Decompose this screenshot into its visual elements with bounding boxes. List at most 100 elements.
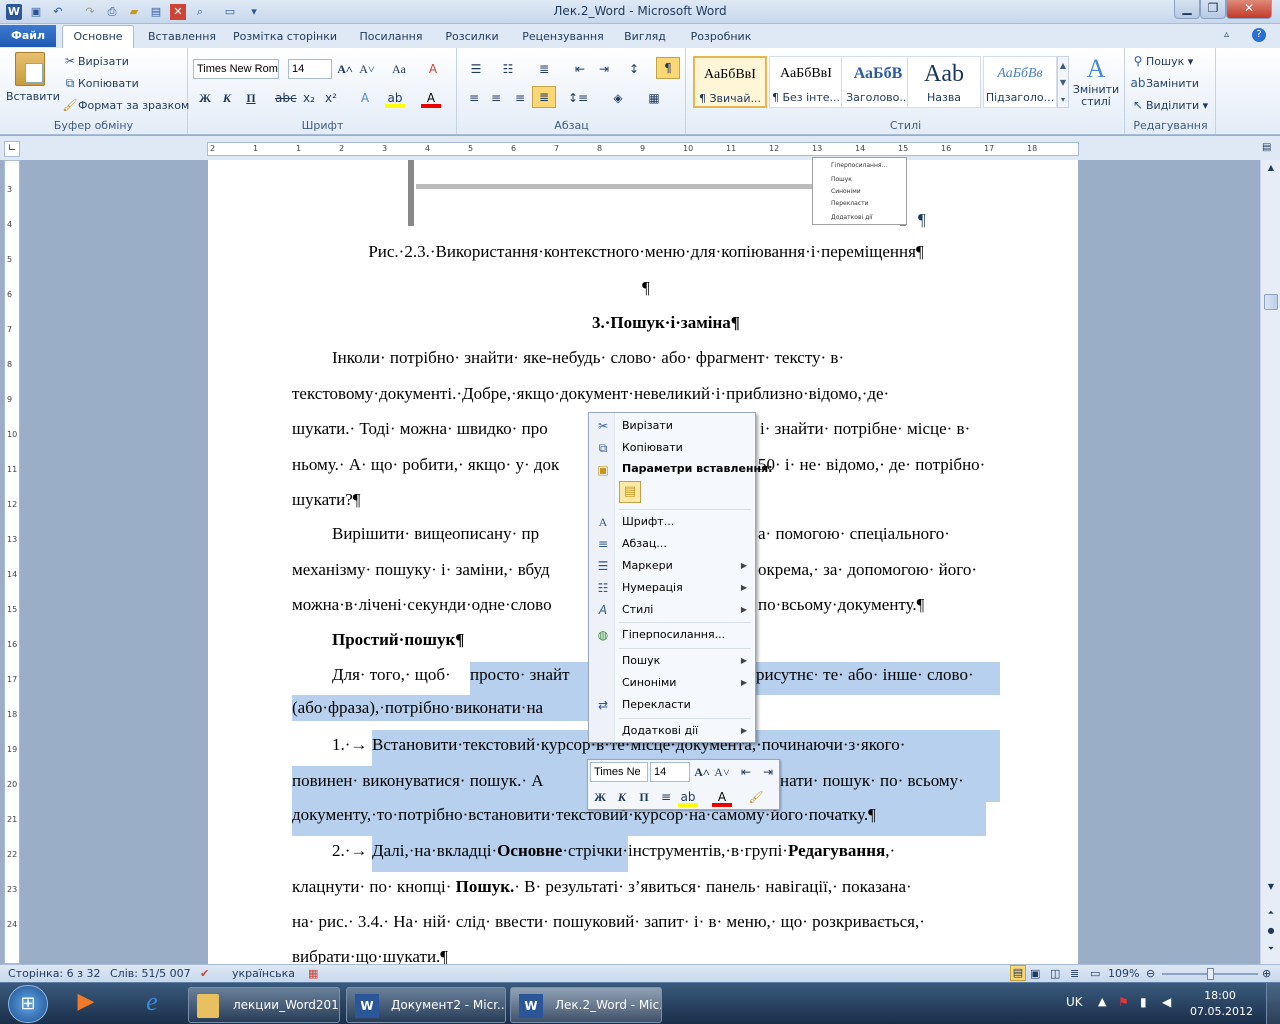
cut-button[interactable]: ✂ Вирізати [62,53,129,69]
word-count[interactable]: Слів: 51/5 007 [110,965,191,982]
align-right-icon[interactable]: ≡ [510,88,530,108]
tab-review[interactable]: Рецензування [518,26,608,48]
menu-item-paragraph[interactable]: ≡ Абзац... [589,533,755,555]
tray-arrow-icon[interactable]: ▲ [1098,995,1106,1008]
increase-indent-icon[interactable]: ⇥ [594,59,614,79]
underline-icon[interactable]: П [241,88,261,108]
tab-mailings[interactable]: Розсилки [440,26,504,48]
taskbar-item-lek2[interactable]: W Лек.2_Word - Mic... [510,987,662,1023]
clock-date[interactable]: 07.05.2012 [1190,1005,1253,1018]
format-painter-button[interactable]: 🖌Формат за зразком [62,97,189,113]
selected-text[interactable]: Основне [497,836,563,872]
font-size-combo[interactable]: 14 [288,59,332,79]
tab-insert[interactable]: Вставлення [148,26,216,48]
macro-icon[interactable]: ▦ [308,965,318,982]
line-spacing-icon[interactable]: ↕≡ [568,88,588,108]
superscript-icon[interactable]: x² [321,88,341,108]
outline-icon[interactable]: ≣ [1070,965,1079,982]
borders-icon[interactable]: ▦ [644,88,664,108]
mini-font-combo[interactable]: Times Ne [590,762,648,782]
flag-icon[interactable]: ⚑ [1118,995,1129,1009]
font-name-combo[interactable]: Times New Rom [193,59,279,79]
menu-item-find[interactable]: Пошук ▶ [589,650,755,672]
selected-text[interactable]: Далі,·на·вкладці· [372,836,498,872]
decrease-indent-icon[interactable]: ⇤ [736,762,756,782]
paste-button[interactable]: Вставити [6,52,60,103]
maximize-button[interactable]: ❐ [1200,0,1226,19]
scroll-down-icon[interactable]: ▼ [1264,880,1278,894]
menu-item-more-actions[interactable]: Додаткові дії ▶ [589,720,755,742]
horizontal-ruler[interactable]: 2 1 1 2 3 4 5 6 7 8 9 10 11 12 13 14 15 16 17 18 [207,142,1079,156]
zoom-out-icon[interactable]: ⊖ [1146,965,1155,982]
font-color-icon[interactable]: A [712,787,732,807]
media-player-icon[interactable]: ▶ [66,989,106,1021]
web-layout-icon[interactable]: ◫ [1050,965,1060,982]
style-normal[interactable]: АаБбВвІ ¶ Звичай... [693,56,767,108]
taskbar-item-folder[interactable]: лекции_Word2010 [188,987,340,1023]
justify-icon[interactable]: ≡ [656,787,676,807]
browse-object-icon[interactable]: ● [1264,924,1278,938]
next-page-icon[interactable]: ⏷ [1264,942,1278,956]
mini-size-combo[interactable]: 14 [650,762,690,782]
selected-text[interactable]: ·стрічки· [562,836,628,872]
justify-icon[interactable]: ≣ [532,86,556,108]
menu-item-copy[interactable]: ⧉ Копіювати [589,437,755,459]
vertical-scrollbar[interactable]: ▲ ▼ ⏶ ● ⏷ [1260,160,1280,964]
change-styles-button[interactable]: A Змінити стилі [1071,54,1121,108]
help-icon[interactable]: ? [1252,28,1266,42]
scroll-thumb[interactable] [1264,294,1278,310]
zoom-slider-thumb[interactable] [1207,968,1214,980]
align-left-icon[interactable]: ≡ [464,88,484,108]
multilevel-list-icon[interactable]: ≣ [534,59,554,79]
tab-file[interactable]: Файл [0,25,56,47]
menu-item-synonyms[interactable]: Синоніми ▶ [589,672,755,694]
replace-button[interactable]: abЗамінити [1130,75,1200,91]
menu-item-font[interactable]: A Шрифт... [589,511,755,533]
shrink-font-icon[interactable]: A˅ [357,59,377,79]
increase-indent-icon[interactable]: ⇥ [758,762,778,782]
grow-font-icon[interactable]: A˄ [692,762,712,782]
align-center-icon[interactable]: ≡ [486,88,506,108]
menu-item-hyperlink[interactable]: ◍ Гіперпосилання... [589,624,755,646]
style-subtitle[interactable]: АаБбВв Підзаголо... [983,56,1057,108]
style-no-spacing[interactable]: АаБбВвІ ¶ Без інте... [769,56,843,108]
zoom-level[interactable]: 109% [1108,965,1139,982]
menu-item-numbering[interactable]: ☷ Нумерація ▶ [589,577,755,599]
italic-icon[interactable]: К [217,88,237,108]
show-desktop-button[interactable] [1266,983,1280,1024]
selected-text[interactable]: (або·фраза),·потрібно·виконати·на [292,695,588,721]
zoom-in-icon[interactable]: ⊕ [1262,965,1271,982]
italic-icon[interactable]: К [612,787,632,807]
tab-home[interactable]: Основне [62,25,134,48]
menu-item-bullets[interactable]: ☰ Маркери ▶ [589,555,755,577]
network-icon[interactable]: ▮ [1140,995,1147,1009]
menu-item-styles[interactable]: A Стилі ▶ [589,599,755,621]
minimize-button[interactable]: ▁ [1174,0,1200,19]
tab-references[interactable]: Посилання [356,26,426,48]
grow-font-icon[interactable]: A˄ [335,59,355,79]
start-button[interactable]: ⊞ [8,985,48,1023]
selected-text[interactable]: нати· пошук· по· всьому· [780,766,1000,802]
selected-text[interactable]: повинен· виконуватися· пошук.· А [292,766,588,802]
style-title[interactable]: Aab Назва [907,56,981,108]
prev-page-icon[interactable]: ⏶ [1264,906,1278,920]
minimize-ribbon-icon[interactable]: ▵ [1224,29,1229,40]
bold-icon[interactable]: Ж [195,88,215,108]
font-color-icon[interactable]: A [421,88,441,108]
ie-icon[interactable]: e [128,987,176,1021]
tab-view[interactable]: Вигляд [620,26,670,48]
style-heading[interactable]: АаБбВ Заголово... [841,56,915,108]
numbering-icon[interactable]: ☷ [498,59,518,79]
vertical-ruler[interactable]: 3 4 5 6 7 8 9 10 11 12 13 14 15 16 17 18 19 20 21 22 23 24 [4,160,20,964]
paste-keep-formatting-icon[interactable]: ▤ [619,481,641,503]
copy-button[interactable]: ⧉ Копіювати [62,75,139,91]
highlight-icon[interactable]: ab [385,88,405,108]
clock-time[interactable]: 18:00 [1190,989,1250,1002]
selected-text[interactable]: рисутнє· те· або· інше· слово· [756,662,1000,695]
shrink-font-icon[interactable]: A˅ [712,762,732,782]
bullets-icon[interactable]: ☰ [466,59,486,79]
sort-icon[interactable]: ↕ [624,59,644,79]
styles-scroll[interactable]: ▲ ▼ ▾ [1057,56,1069,108]
show-marks-icon[interactable]: ¶ [656,57,680,79]
taskbar-item-doc2[interactable]: W Документ2 - Micr... [346,987,506,1023]
